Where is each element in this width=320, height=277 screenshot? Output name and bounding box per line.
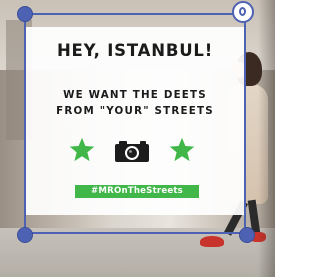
- resize-handle-bottom-left[interactable]: [17, 227, 33, 243]
- sidewalk: [0, 228, 275, 277]
- rotate-handle-icon[interactable]: [232, 1, 254, 23]
- selection-frame[interactable]: [24, 13, 246, 234]
- resize-handle-bottom-right[interactable]: [239, 227, 255, 243]
- photo-edge-shadow: [258, 0, 275, 277]
- resize-handle-top-left[interactable]: [17, 6, 33, 22]
- red-shoe: [200, 236, 224, 247]
